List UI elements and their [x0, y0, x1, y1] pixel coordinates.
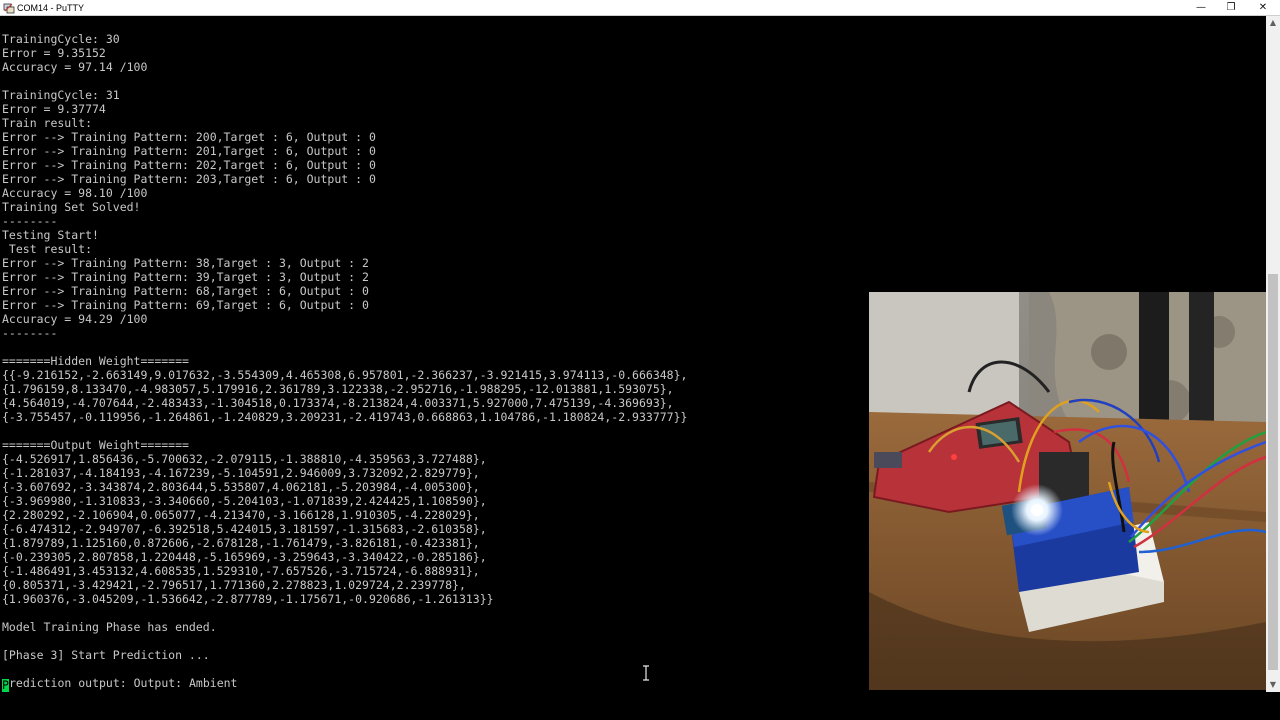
terminal-line: {-6.474312,-2.949707,-6.392518,5.424015,…	[2, 522, 487, 536]
terminal-line: {-0.239305,2.807858,1.220448,-5.165969,-…	[2, 550, 487, 564]
close-button[interactable]: ✕	[1248, 0, 1278, 15]
terminal-cursor: P	[2, 678, 9, 692]
hardware-photo	[869, 292, 1266, 690]
terminal-line: --------	[2, 214, 58, 228]
terminal-line: {-1.486491,3.453132,4.608535,1.529310,-7…	[2, 564, 480, 578]
terminal-line: Training Set Solved!	[2, 200, 141, 214]
prediction-output-text: rediction output: Output: Ambient	[9, 676, 238, 690]
terminal-line: Accuracy = 97.14 /100	[2, 60, 148, 74]
prediction-output-line: Prediction output: Output: Ambient	[2, 676, 238, 692]
terminal-line: {{-9.216152,-2.663149,9.017632,-3.554309…	[2, 368, 688, 382]
terminal-line: Error --> Training Pattern: 200,Target :…	[2, 130, 376, 144]
terminal-line: Error --> Training Pattern: 69,Target : …	[2, 298, 369, 312]
scroll-down-arrow-icon[interactable]: ▼	[1266, 678, 1280, 692]
terminal-line: {1.879789,1.125160,0.872606,-2.678128,-1…	[2, 536, 480, 550]
window-title: COM14 - PuTTY	[17, 3, 85, 13]
terminal-line: {0.805371,-3.429421,-2.796517,1.771360,2…	[2, 578, 466, 592]
terminal-line: =======Output Weight=======	[2, 438, 189, 452]
minimize-button[interactable]: —	[1186, 0, 1216, 15]
terminal-line: Error = 9.37774	[2, 102, 106, 116]
terminal-line: Error --> Training Pattern: 39,Target : …	[2, 270, 369, 284]
bottom-strip	[0, 692, 1280, 720]
terminal-line: Error --> Training Pattern: 38,Target : …	[2, 256, 369, 270]
terminal-line: Error --> Training Pattern: 201,Target :…	[2, 144, 376, 158]
terminal-line: Testing Start!	[2, 228, 99, 242]
terminal-line: {-3.969980,-1.310833,-3.340660,-5.204103…	[2, 494, 487, 508]
scrollbar-thumb[interactable]	[1268, 274, 1278, 670]
terminal-line: Accuracy = 98.10 /100	[2, 186, 148, 200]
terminal-line: [Phase 3] Start Prediction ...	[2, 648, 210, 662]
terminal-line: {4.564019,-4.707644,-2.483433,-1.304518,…	[2, 396, 674, 410]
terminal-line: --------	[2, 326, 58, 340]
terminal-line: TrainingCycle: 31	[2, 88, 120, 102]
terminal-line: {-3.755457,-0.119956,-1.264861,-1.240829…	[2, 410, 688, 424]
terminal-line: Error --> Training Pattern: 202,Target :…	[2, 158, 376, 172]
terminal-line: Error --> Training Pattern: 68,Target : …	[2, 284, 369, 298]
terminal-line: {1.960376,-3.045209,-1.536642,-2.877789,…	[2, 592, 494, 606]
terminal-line: Test result:	[2, 242, 93, 256]
terminal-line: Model Training Phase has ended.	[2, 620, 217, 634]
terminal-line: {-3.607692,-3.343874,2.803644,5.535807,4…	[2, 480, 480, 494]
text-cursor-icon	[643, 665, 649, 681]
terminal-line: =======Hidden Weight=======	[2, 354, 189, 368]
webcam-photo-inset	[869, 292, 1266, 690]
terminal-line: {2.280292,-2.106904,0.065077,-4.213470,-…	[2, 508, 480, 522]
terminal-line: Error = 9.35152	[2, 46, 106, 60]
terminal-line: Error --> Training Pattern: 203,Target :…	[2, 172, 376, 186]
terminal-line: {1.796159,8.133470,-4.983057,5.179916,2.…	[2, 382, 674, 396]
putty-icon	[3, 3, 15, 14]
title-bar: COM14 - PuTTY — ❐ ✕	[0, 0, 1280, 16]
terminal-line: {-1.281037,-4.184193,-4.167239,-5.104591…	[2, 466, 480, 480]
terminal-line: TrainingCycle: 30	[2, 32, 120, 46]
scroll-up-arrow-icon[interactable]: ▲	[1266, 16, 1280, 30]
terminal-line: Accuracy = 94.29 /100	[2, 312, 148, 326]
terminal-line: Train result:	[2, 116, 93, 130]
vertical-scrollbar[interactable]: ▲ ▼	[1266, 16, 1280, 692]
maximize-button[interactable]: ❐	[1216, 0, 1246, 15]
terminal-line: {-4.526917,1.856436,-5.700632,-2.079115,…	[2, 452, 487, 466]
